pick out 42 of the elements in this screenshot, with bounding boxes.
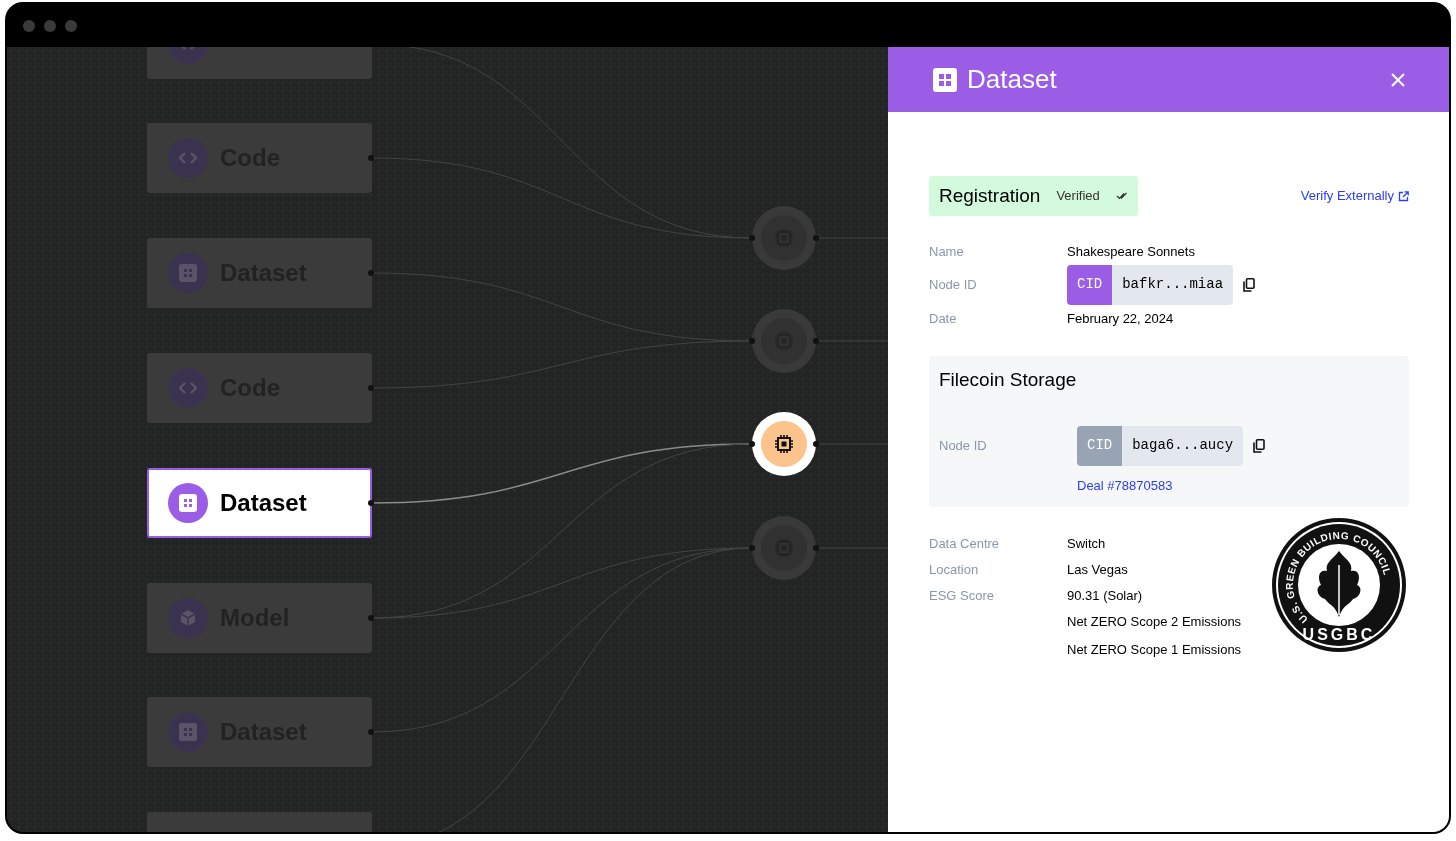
copy-icon[interactable] bbox=[1253, 438, 1266, 453]
copy-icon[interactable] bbox=[1243, 277, 1256, 292]
section-title: Filecoin Storage bbox=[939, 368, 1078, 392]
external-link-icon bbox=[1398, 190, 1409, 202]
processor-node[interactable] bbox=[752, 206, 816, 270]
processor-node[interactable] bbox=[752, 412, 816, 476]
field-value: February 22, 2024 bbox=[1067, 309, 1174, 328]
field-value: Las Vegas bbox=[1067, 561, 1128, 580]
field-value: Net ZERO Scope 1 Emissions bbox=[1067, 641, 1242, 660]
field-value: Net ZERO Scope 2 Emissions bbox=[1067, 613, 1242, 632]
field-label: Data Centre bbox=[929, 535, 1001, 554]
field-value: 90.31 (Solar) bbox=[1067, 587, 1143, 606]
status-text: Verified bbox=[1056, 187, 1100, 206]
processor-node[interactable] bbox=[752, 516, 816, 580]
field-label: Location bbox=[929, 561, 980, 580]
node-icon bbox=[168, 138, 208, 178]
node-icon bbox=[168, 712, 208, 752]
node-card[interactable]: Dataset bbox=[147, 468, 372, 538]
node-icon bbox=[168, 368, 208, 408]
field-label: Name bbox=[929, 243, 965, 261]
panel-title: Dataset bbox=[967, 63, 1058, 96]
field-value: Shakespeare Sonnets bbox=[1067, 243, 1195, 261]
node-icon bbox=[168, 598, 208, 638]
node-icon bbox=[168, 253, 208, 293]
node-label: Dataset bbox=[220, 488, 307, 518]
field-value: Switch bbox=[1067, 535, 1106, 554]
deal-link[interactable]: Deal #78870583 bbox=[1077, 475, 1266, 495]
close-icon[interactable] bbox=[1391, 72, 1405, 87]
cid-tag: CID bbox=[1077, 425, 1123, 466]
cid-value: bafkr...miaa bbox=[1121, 275, 1225, 294]
cid-value: baga6...aucy bbox=[1131, 436, 1235, 455]
chip-icon bbox=[774, 434, 794, 454]
grid-icon bbox=[933, 67, 957, 92]
node-icon bbox=[168, 483, 208, 523]
section-title: Registration bbox=[939, 183, 1041, 208]
processor-node[interactable] bbox=[752, 309, 816, 373]
field-label: Date bbox=[929, 309, 958, 328]
field-label: Node ID bbox=[939, 436, 988, 455]
cid-tag: CID bbox=[1067, 264, 1113, 305]
field-label: ESG Score bbox=[929, 587, 996, 606]
double-check-icon bbox=[1115, 192, 1128, 200]
field-label: Node ID bbox=[929, 275, 978, 294]
